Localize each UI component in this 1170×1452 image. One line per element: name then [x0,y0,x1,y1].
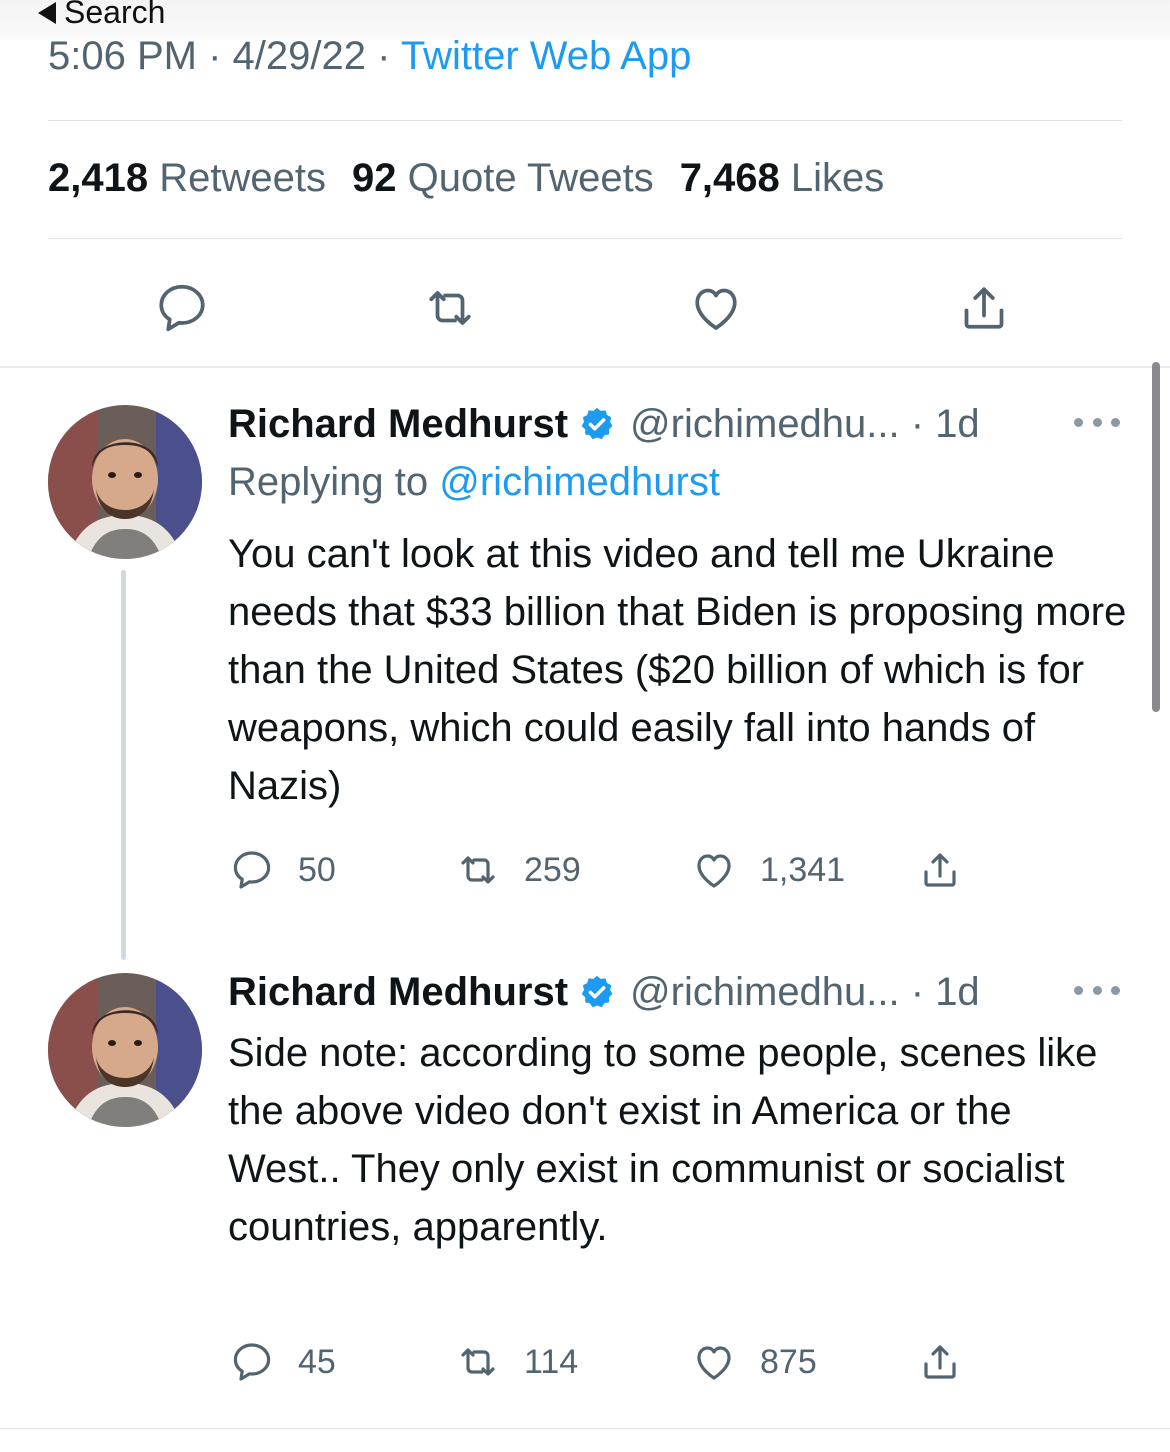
quotes-count: 92 [351,156,397,200]
author-name[interactable]: Richard Medhurst [228,970,568,1015]
retweets-label: Retweets [159,156,326,200]
tweet-text: Side note: according to some people, sce… [228,1031,1098,1249]
back-to-search-link[interactable]: Search [38,0,165,31]
replying-to-prefix: Replying to [228,460,429,504]
share-icon [924,853,956,887]
share-button[interactable] [952,276,1016,340]
section-divider [0,366,1170,368]
share-button[interactable] [916,842,964,898]
reply-icon [159,284,205,332]
retweet-button[interactable]: 114 [454,1334,578,1390]
divider [48,238,1122,239]
reply-button[interactable]: 45 [228,1334,336,1390]
retweet-icon [461,856,495,884]
scrollbar[interactable] [1152,362,1160,712]
share-button[interactable] [916,1334,964,1390]
tweet-actions: 45 114 875 [228,1334,988,1390]
like-button[interactable]: 1,341 [690,842,845,898]
separator-dot: · [899,969,936,1014]
retweet-count: 114 [524,1342,579,1381]
like-count: 1,341 [760,850,846,889]
engagement-stats: 2,418 Retweets 92 Quote Tweets 7,468 Lik… [48,156,884,201]
retweet-button[interactable]: 259 [454,842,581,898]
verified-badge-icon [581,975,613,1008]
retweet-icon [429,291,471,325]
reply-icon [233,1343,271,1381]
retweet-icon [461,1348,495,1376]
reply-tweet[interactable]: Richard Medhurst @richimedhu... · 1d Rep… [228,400,1128,815]
like-icon [697,1346,731,1380]
separator-dot: · [377,34,401,78]
more-options-icon[interactable] [1074,970,1120,1010]
tweet-time: 5:06 PM [48,34,197,78]
divider [48,120,1122,121]
retweet-button[interactable] [418,276,482,340]
quote-tweets-stat[interactable]: 92 Quote Tweets [352,156,654,201]
author-name[interactable]: Richard Medhurst [228,402,568,447]
likes-label: Likes [790,156,885,200]
back-label: Search [64,0,166,30]
more-options-icon[interactable] [1074,402,1120,442]
tweet-actions: 50 259 1,341 [228,842,988,898]
share-icon [964,287,1004,329]
like-count: 875 [760,1342,817,1381]
reply-count: 50 [298,850,336,889]
thread-connector-line [121,570,126,960]
separator-dot: · [208,34,233,78]
tweet-header: Richard Medhurst @richimedhu... · 1d [228,968,1128,1016]
tweet-age[interactable]: 1d [935,402,980,447]
share-icon [924,1345,956,1379]
retweet-count: 259 [524,850,581,889]
separator-dot: · [899,401,936,446]
tweet-age[interactable]: 1d [935,970,980,1015]
avatar-image [48,405,202,559]
tweet-date: 4/29/22 [232,34,366,78]
like-button[interactable] [684,276,748,340]
reply-icon [233,851,271,889]
like-icon [697,854,731,888]
reply-count: 45 [298,1342,336,1381]
back-arrow-icon [38,1,56,24]
replying-to-handle-link[interactable]: @richimedhurst [439,460,720,504]
likes-count: 7,468 [679,156,780,200]
replying-to: Replying to @richimedhurst [228,460,1128,505]
avatar[interactable] [48,973,202,1127]
author-handle[interactable]: @richimedhu... [630,970,900,1015]
retweets-stat[interactable]: 2,418 Retweets [48,156,326,201]
reply-button[interactable]: 50 [228,842,336,898]
verified-badge-icon [581,407,613,440]
likes-stat[interactable]: 7,468 Likes [680,156,885,201]
author-handle[interactable]: @richimedhu... [630,402,900,447]
tweet-header: Richard Medhurst @richimedhu... · 1d [228,400,1128,448]
like-icon [695,288,737,330]
avatar-image [48,973,202,1127]
reply-button[interactable] [150,276,214,340]
like-button[interactable]: 875 [690,1334,817,1390]
tweet-timestamp: 5:06 PM · 4/29/22 · Twitter Web App [48,34,691,79]
divider [0,1428,1170,1429]
retweets-count: 2,418 [48,156,149,200]
tweet-text: You can't look at this video and tell me… [228,532,1127,808]
avatar[interactable] [48,405,202,559]
reply-tweet[interactable]: Richard Medhurst @richimedhu... · 1d Sid… [228,968,1128,1256]
tweet-source-link[interactable]: Twitter Web App [401,34,692,78]
quotes-label: Quote Tweets [407,156,654,200]
